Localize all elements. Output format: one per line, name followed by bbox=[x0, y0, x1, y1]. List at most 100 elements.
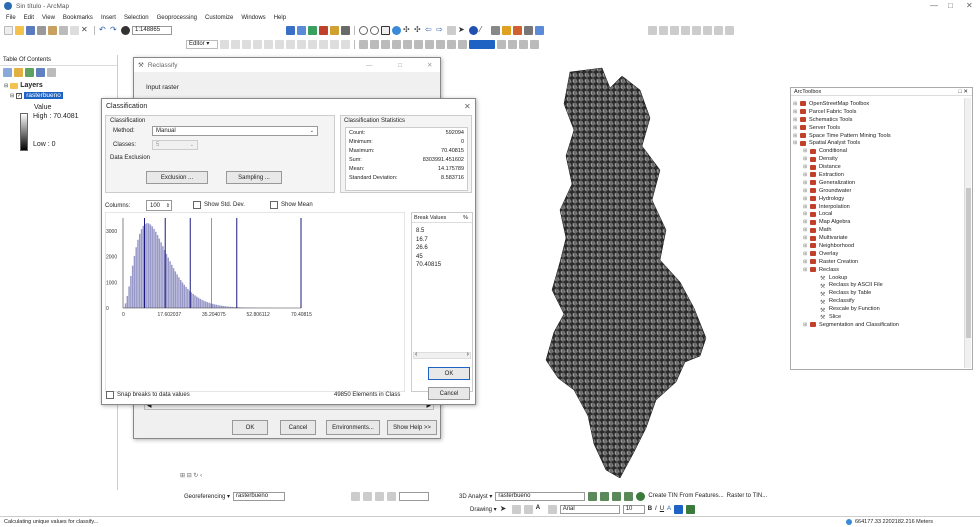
menu-windows[interactable]: Windows bbox=[241, 15, 265, 21]
toolbox-scrollbar[interactable] bbox=[964, 98, 971, 368]
back-extent-icon[interactable]: ⇦ bbox=[425, 26, 434, 35]
expand-icon[interactable]: ⊞ bbox=[803, 204, 810, 210]
3d-analyst-layer-combo[interactable]: rasterbueno bbox=[495, 491, 586, 501]
minimize-button[interactable]: — bbox=[930, 1, 938, 10]
options-icon[interactable] bbox=[47, 68, 56, 77]
expand-icon[interactable]: ⊞ bbox=[793, 133, 800, 139]
georef-tool-icon[interactable] bbox=[387, 491, 397, 501]
maximize-button[interactable]: □ bbox=[398, 62, 402, 69]
expand-icon[interactable]: ⊞ bbox=[803, 188, 810, 194]
show-help-button[interactable]: Show Help >> bbox=[387, 420, 437, 435]
layout-tool-icon[interactable] bbox=[425, 40, 434, 49]
arctoolbox-window-controls[interactable]: □ ✕ bbox=[959, 89, 968, 95]
toolbox-item[interactable]: ⚒ Reclass by Table bbox=[793, 289, 961, 298]
arcscene-icon[interactable] bbox=[636, 491, 646, 501]
close-button[interactable]: ✕ bbox=[427, 61, 432, 69]
expand-icon[interactable]: ⊞ bbox=[803, 219, 810, 225]
columns-input[interactable]: 100 ⇕ bbox=[146, 200, 172, 211]
spinner-icon[interactable]: ⇕ bbox=[166, 203, 170, 209]
expand-icon[interactable]: ⊞ bbox=[803, 322, 810, 328]
toolbox-item[interactable]: ⚒ Lookup bbox=[793, 274, 961, 283]
layout-tool-icon[interactable] bbox=[370, 40, 379, 49]
time-slider-icon[interactable] bbox=[524, 26, 533, 35]
menu-insert[interactable]: Insert bbox=[101, 15, 116, 21]
select-elements-icon[interactable]: ➤ bbox=[458, 26, 467, 35]
list-by-source-icon[interactable] bbox=[14, 68, 23, 77]
3d-tool-icon[interactable] bbox=[588, 491, 598, 501]
draw-tool-icon[interactable] bbox=[511, 504, 521, 514]
text-icon[interactable]: A bbox=[536, 505, 545, 514]
paste-icon[interactable] bbox=[70, 26, 79, 35]
layout-tool-icon[interactable] bbox=[497, 40, 506, 49]
layout-tool-icon[interactable] bbox=[381, 40, 390, 49]
georef-tool-icon[interactable] bbox=[648, 26, 657, 35]
layout-tool-icon[interactable] bbox=[508, 40, 517, 49]
menu-selection[interactable]: Selection bbox=[124, 15, 149, 21]
toolbox-item[interactable]: ⚒ Reclass by ASCII File bbox=[793, 281, 961, 290]
toolbox-item[interactable]: ⚒ Reclassify bbox=[793, 297, 961, 306]
hyperlink-icon[interactable] bbox=[502, 26, 511, 35]
copy-icon[interactable] bbox=[59, 26, 68, 35]
arctoolbox-icon[interactable] bbox=[319, 26, 328, 35]
toolbox-item[interactable]: ⊞ Math bbox=[793, 226, 961, 234]
cut-icon[interactable] bbox=[48, 26, 57, 35]
percent-toggle[interactable]: % bbox=[463, 215, 468, 221]
html-popup-icon[interactable] bbox=[513, 26, 522, 35]
break-value[interactable]: 45 bbox=[416, 253, 441, 262]
editor-menu[interactable]: Editor ▾ bbox=[186, 40, 218, 49]
expand-icon[interactable]: ⊞ bbox=[803, 235, 810, 241]
toolbox-item[interactable]: ⊞ Server Tools bbox=[793, 124, 961, 132]
identify-icon[interactable] bbox=[469, 26, 478, 35]
python-window-icon[interactable] bbox=[330, 26, 339, 35]
layer-name[interactable]: rasterbueno bbox=[24, 92, 63, 99]
3d-tool-icon[interactable] bbox=[624, 491, 634, 501]
classification-ok-button[interactable]: OK bbox=[428, 367, 470, 380]
toolbox-item[interactable]: ⊞ Density bbox=[793, 155, 961, 163]
environments-button[interactable]: Environments... bbox=[326, 420, 380, 435]
redo-icon[interactable]: ↷ bbox=[110, 26, 119, 35]
create-tin-button[interactable]: Create TIN From Features... bbox=[648, 493, 723, 499]
undo-icon[interactable]: ↶ bbox=[99, 26, 108, 35]
edit-tool-icon[interactable] bbox=[308, 40, 317, 49]
select-features-icon[interactable] bbox=[447, 26, 456, 35]
reclassify-ok-button[interactable]: OK bbox=[232, 420, 268, 435]
edit-tool-icon[interactable] bbox=[242, 40, 251, 49]
edit-tool-icon[interactable] bbox=[220, 40, 229, 49]
expand-icon[interactable]: ⊞ bbox=[803, 164, 810, 170]
toolbox-item[interactable]: ⊞ Space Time Pattern Mining Tools bbox=[793, 132, 961, 140]
classification-cancel-button[interactable]: Cancel bbox=[428, 387, 470, 400]
open-folder-icon[interactable] bbox=[15, 26, 24, 35]
collapse-icon[interactable]: ⊟ bbox=[4, 83, 8, 89]
expand-icon[interactable]: ⊞ bbox=[803, 172, 810, 178]
font-color-icon[interactable]: A bbox=[667, 506, 671, 512]
toolbox-item[interactable]: ⊞ Hydrology bbox=[793, 195, 961, 203]
histogram-chart[interactable]: 3000 2000 1000 0 0 17.602037 35.204075 52.8061… bbox=[105, 212, 405, 392]
select-elements-icon[interactable]: ➤ bbox=[500, 504, 509, 514]
raster-to-tin-button[interactable]: Raster to TIN... bbox=[727, 493, 768, 499]
georef-tool-icon[interactable] bbox=[681, 26, 690, 35]
georef-layer-combo[interactable]: rasterbueno bbox=[233, 491, 286, 501]
expand-icon[interactable]: ⊞ bbox=[803, 243, 810, 249]
collapse-icon[interactable]: ⊟ bbox=[10, 93, 14, 99]
toolbox-item[interactable]: ⊞ Multivariate bbox=[793, 234, 961, 242]
expand-icon[interactable]: ⊞ bbox=[803, 251, 810, 257]
layout-tool-icon[interactable] bbox=[403, 40, 412, 49]
layout-tool-icon[interactable] bbox=[530, 40, 539, 49]
font-size-combo[interactable]: 10 bbox=[622, 504, 645, 514]
close-button[interactable]: ✕ bbox=[966, 1, 973, 10]
fixed-zoom-out-icon[interactable]: ✣ bbox=[414, 26, 423, 35]
toolbox-item[interactable]: ⊞ Local bbox=[793, 210, 961, 218]
georef-tool-icon[interactable] bbox=[351, 491, 361, 501]
toolbox-item[interactable]: ⊞ Map Algebra bbox=[793, 218, 961, 226]
show-std-dev-option[interactable]: Show Std. Dev. bbox=[193, 201, 245, 209]
break-value[interactable]: 16.7 bbox=[416, 236, 441, 245]
full-extent-icon[interactable] bbox=[392, 26, 401, 35]
create-viewer-icon[interactable] bbox=[535, 26, 544, 35]
3d-analyst-menu[interactable]: 3D Analyst ▾ bbox=[459, 493, 492, 500]
show-mean-checkbox[interactable] bbox=[270, 201, 278, 209]
toolbox-item[interactable]: ⊞ Parcel Fabric Tools bbox=[793, 108, 961, 116]
toolbox-item[interactable]: ⊞ Extraction bbox=[793, 171, 961, 179]
layout-tool-icon[interactable] bbox=[359, 40, 368, 49]
list-by-visibility-icon[interactable] bbox=[25, 68, 34, 77]
drawing-menu[interactable]: Drawing ▾ bbox=[470, 506, 497, 513]
